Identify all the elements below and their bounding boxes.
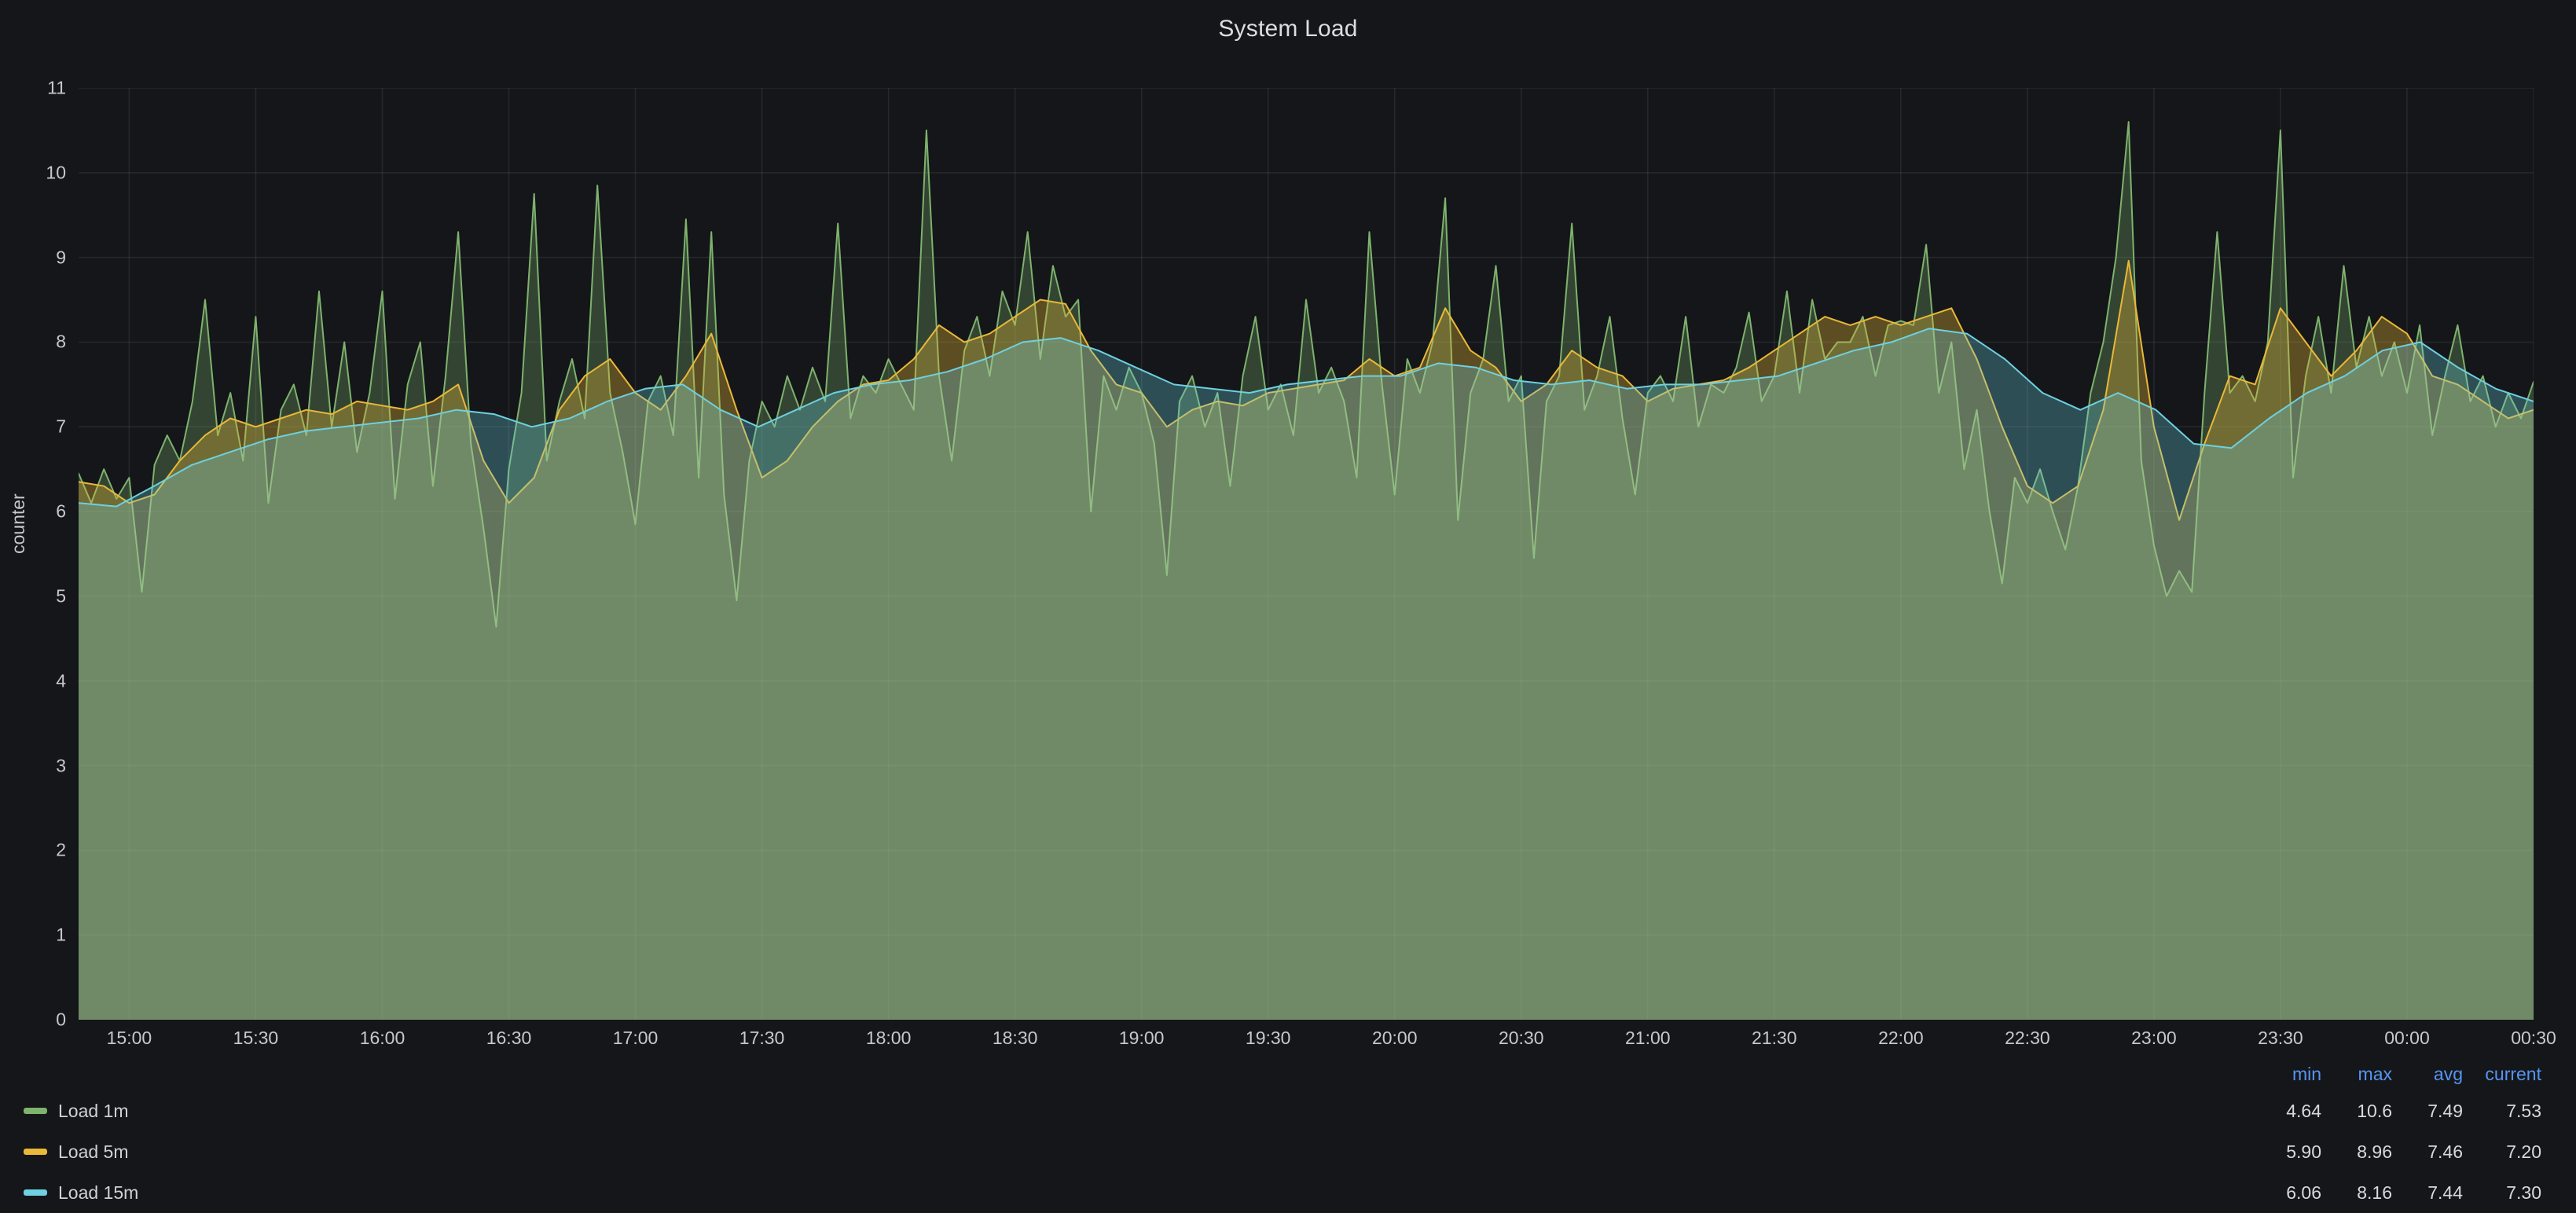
- y-tick-label: 0: [56, 1010, 66, 1031]
- legend-stat-min: 5.90: [2251, 1142, 2321, 1163]
- legend-stat-current: 7.30: [2463, 1182, 2541, 1204]
- chart-plot-area[interactable]: [79, 88, 2534, 1020]
- legend-stat-avg: 7.44: [2392, 1182, 2463, 1204]
- y-tick-label: 10: [46, 162, 66, 183]
- x-tick-label: 16:00: [360, 1028, 405, 1049]
- x-tick-label: 16:30: [486, 1028, 532, 1049]
- x-tick-label: 00:30: [2511, 1028, 2556, 1049]
- y-tick-label: 11: [47, 78, 66, 99]
- legend-stat-min: 6.06: [2251, 1182, 2321, 1204]
- legend-header-avg[interactable]: avg: [2392, 1064, 2463, 1085]
- legend-series-name[interactable]: Load 1m: [58, 1101, 129, 1122]
- legend-series-name[interactable]: Load 15m: [58, 1182, 138, 1204]
- x-tick-label: 00:00: [2384, 1028, 2430, 1049]
- series-area-load-15m: [79, 328, 2534, 1020]
- legend: minmaxavgcurrent Load 1m 4.6410.67.497.53…: [0, 1057, 2576, 1213]
- legend-stat-min: 4.64: [2251, 1101, 2321, 1122]
- x-tick-label: 17:00: [613, 1028, 659, 1049]
- legend-series-name[interactable]: Load 5m: [58, 1142, 129, 1163]
- y-tick-label: 7: [56, 416, 66, 438]
- plot-svg[interactable]: [79, 88, 2534, 1020]
- x-tick-label: 20:30: [1499, 1028, 1544, 1049]
- x-tick-label: 22:30: [2005, 1028, 2050, 1049]
- legend-name-cell: Load 1m: [24, 1101, 2251, 1122]
- y-axis: 01234567891011: [0, 88, 72, 1020]
- legend-name-cell: Load 5m: [24, 1142, 2251, 1163]
- x-tick-label: 15:00: [107, 1028, 152, 1049]
- x-tick-label: 21:30: [1752, 1028, 1797, 1049]
- x-axis: 15:00 15:30 16:00 16:30 17:00 17:30 18:00 18:30…: [79, 1028, 2534, 1059]
- legend-row[interactable]: Load 15m 6.068.167.447.30: [0, 1172, 2576, 1213]
- legend-swatch-icon[interactable]: [24, 1189, 47, 1196]
- legend-header-row: minmaxavgcurrent: [0, 1057, 2576, 1090]
- y-tick-label: 3: [56, 755, 66, 776]
- legend-swatch-icon[interactable]: [24, 1149, 47, 1155]
- x-tick-label: 15:30: [233, 1028, 279, 1049]
- page-title: System Load: [0, 16, 2576, 42]
- x-tick-label: 23:30: [2258, 1028, 2303, 1049]
- y-tick-label: 2: [56, 840, 66, 861]
- legend-stat-max: 10.6: [2321, 1101, 2392, 1122]
- legend-stat-max: 8.16: [2321, 1182, 2392, 1204]
- legend-row[interactable]: Load 5m 5.908.967.467.20: [0, 1131, 2576, 1172]
- x-tick-label: 20:00: [1372, 1028, 1418, 1049]
- legend-name-cell: Load 15m: [24, 1182, 2251, 1204]
- legend-header-min[interactable]: min: [2251, 1064, 2321, 1085]
- x-tick-label: 23:00: [2131, 1028, 2177, 1049]
- x-tick-label: 21:00: [1625, 1028, 1671, 1049]
- legend-stat-current: 7.53: [2463, 1101, 2541, 1122]
- legend-header-current[interactable]: current: [2463, 1064, 2541, 1085]
- x-tick-label: 17:30: [739, 1028, 785, 1049]
- legend-stat-current: 7.20: [2463, 1142, 2541, 1163]
- x-tick-label: 18:00: [866, 1028, 912, 1049]
- legend-stat-avg: 7.46: [2392, 1142, 2463, 1163]
- legend-header-max[interactable]: max: [2321, 1064, 2392, 1085]
- y-tick-label: 9: [56, 247, 66, 268]
- x-tick-label: 19:30: [1246, 1028, 1291, 1049]
- legend-swatch-icon[interactable]: [24, 1108, 47, 1114]
- x-tick-label: 18:30: [993, 1028, 1038, 1049]
- x-tick-label: 22:00: [1878, 1028, 1924, 1049]
- y-tick-label: 1: [56, 925, 66, 946]
- y-tick-label: 8: [56, 332, 66, 353]
- legend-row[interactable]: Load 1m 4.6410.67.497.53: [0, 1090, 2576, 1131]
- y-tick-label: 4: [56, 670, 66, 691]
- x-tick-label: 19:00: [1119, 1028, 1165, 1049]
- y-tick-label: 6: [56, 501, 66, 522]
- y-tick-label: 5: [56, 585, 66, 606]
- legend-stat-max: 8.96: [2321, 1142, 2392, 1163]
- legend-stat-avg: 7.49: [2392, 1101, 2463, 1122]
